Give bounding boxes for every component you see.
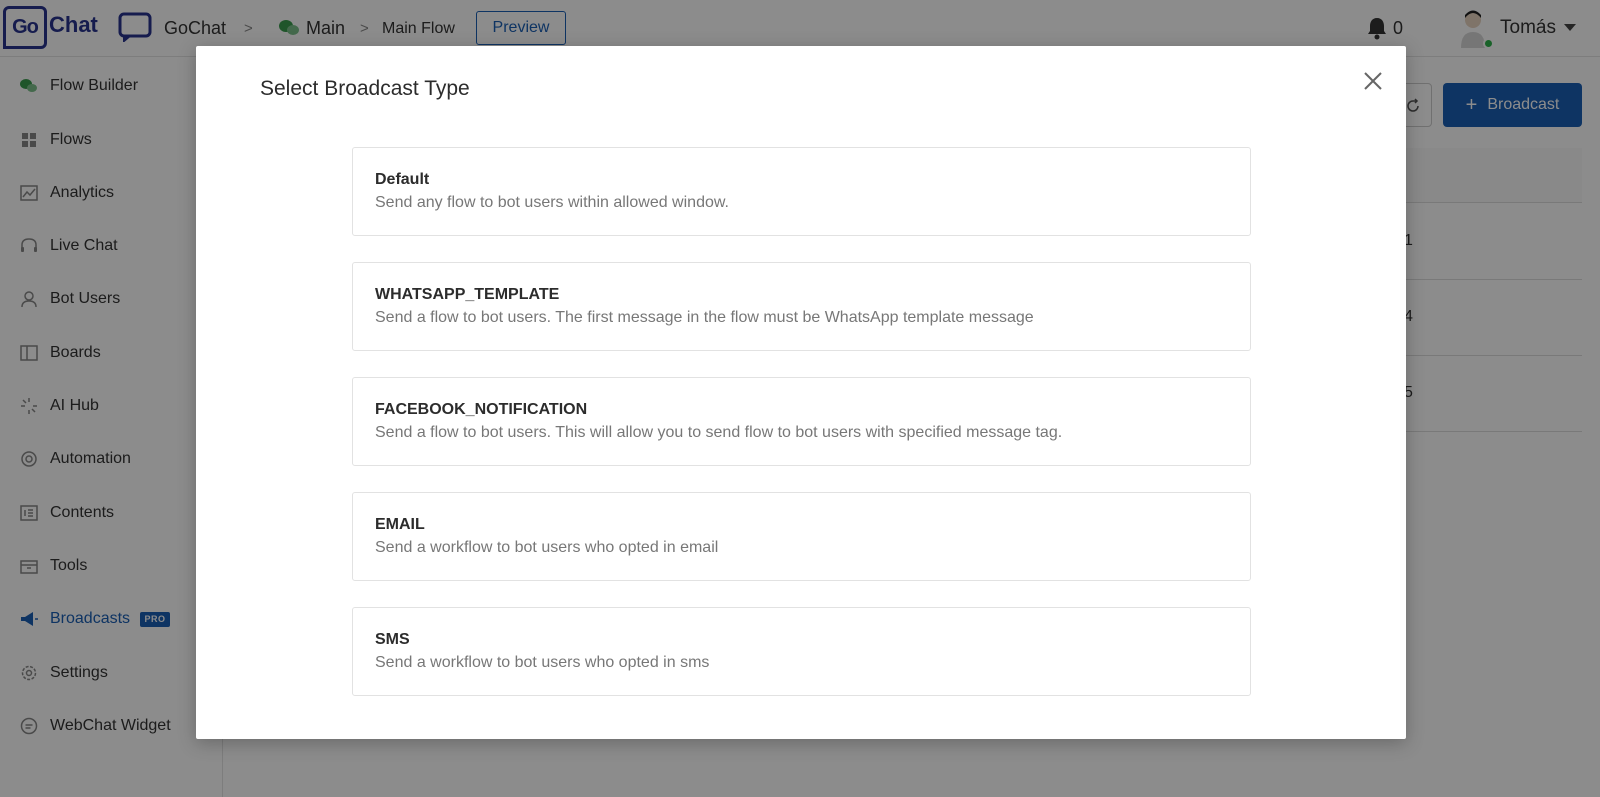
option-title: FACEBOOK_NOTIFICATION — [375, 401, 588, 418]
broadcast-option-facebook-notification[interactable]: FACEBOOK_NOTIFICATION Send a flow to bot… — [352, 377, 1251, 466]
modal-title: Select Broadcast Type — [260, 77, 470, 100]
option-title: Default — [375, 171, 430, 188]
broadcast-option-default[interactable]: Default Send any flow to bot users withi… — [352, 147, 1251, 236]
option-description: Send a flow to bot users. This will allo… — [375, 424, 1063, 441]
broadcast-option-email[interactable]: EMAIL Send a workflow to bot users who o… — [352, 492, 1251, 581]
broadcast-option-whatsapp-template[interactable]: WHATSAPP_TEMPLATE Send a flow to bot use… — [352, 262, 1251, 351]
option-description: Send a workflow to bot users who opted i… — [375, 654, 710, 671]
option-description: Send any flow to bot users within allowe… — [375, 194, 729, 211]
option-title: EMAIL — [375, 516, 425, 533]
option-title: SMS — [375, 631, 410, 648]
broadcast-option-sms[interactable]: SMS Send a workflow to bot users who opt… — [352, 607, 1251, 696]
close-icon[interactable] — [1362, 70, 1384, 92]
option-title: WHATSAPP_TEMPLATE — [375, 286, 560, 303]
option-description: Send a workflow to bot users who opted i… — [375, 539, 719, 556]
option-description: Send a flow to bot users. The first mess… — [375, 309, 1034, 326]
select-broadcast-type-dialog: Select Broadcast Type Default Send any f… — [196, 46, 1406, 739]
